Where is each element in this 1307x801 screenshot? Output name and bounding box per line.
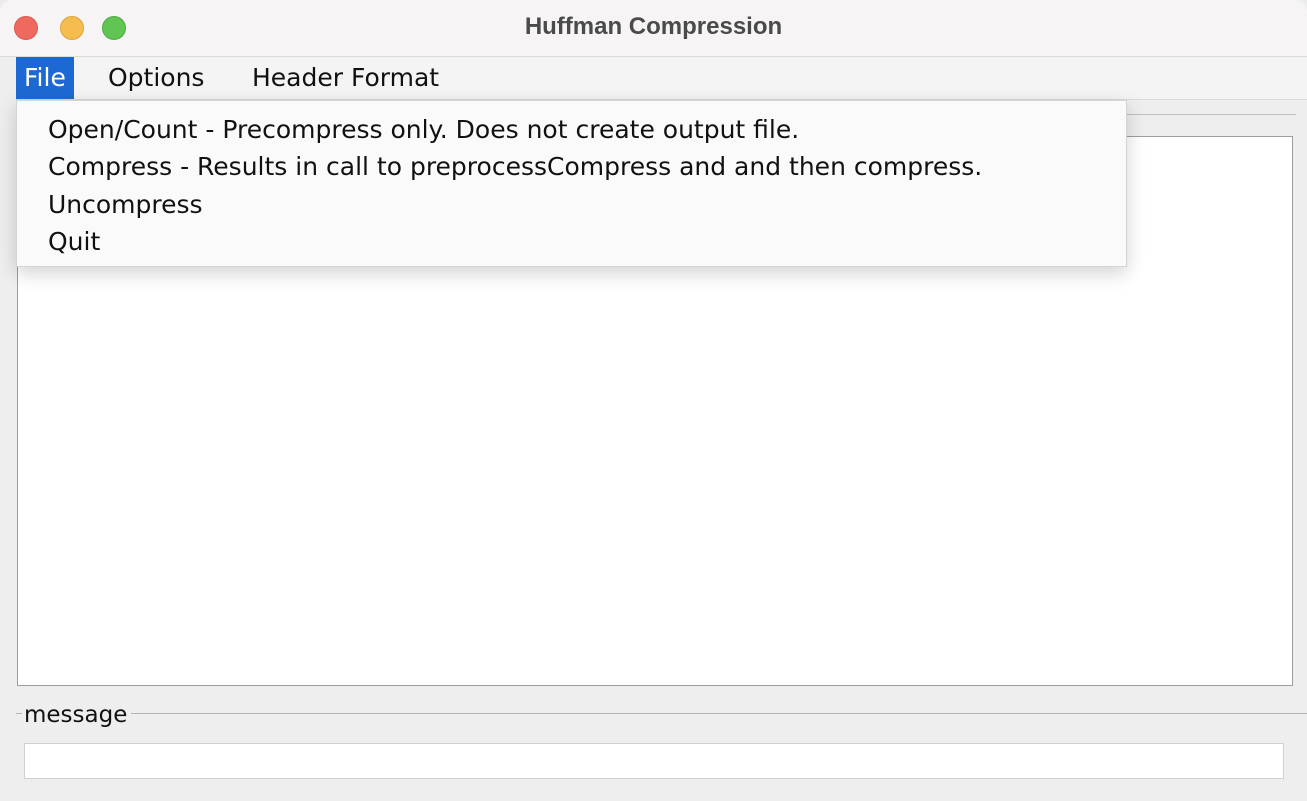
menu-item-compress[interactable]: Compress - Results in call to preprocess…	[48, 148, 982, 186]
menu-item-quit[interactable]: Quit	[48, 223, 100, 261]
menu-item-open-count[interactable]: Open/Count - Precompress only. Does not …	[48, 111, 799, 149]
app-window: Huffman Compression File Options Header …	[0, 0, 1307, 801]
menu-options[interactable]: Options	[98, 57, 214, 99]
title-bar[interactable]: Huffman Compression	[0, 0, 1307, 57]
menu-item-uncompress[interactable]: Uncompress	[48, 186, 203, 224]
message-panel-border	[16, 713, 1307, 714]
message-panel-label: message	[22, 702, 132, 728]
menu-file[interactable]: File	[16, 57, 74, 99]
menu-header-format[interactable]: Header Format	[242, 57, 449, 99]
menu-bar: File Options Header Format	[16, 57, 1307, 100]
window-title: Huffman Compression	[524, 13, 783, 40]
message-field[interactable]	[24, 743, 1284, 779]
file-menu-dropdown: Open/Count - Precompress only. Does not …	[16, 100, 1127, 267]
